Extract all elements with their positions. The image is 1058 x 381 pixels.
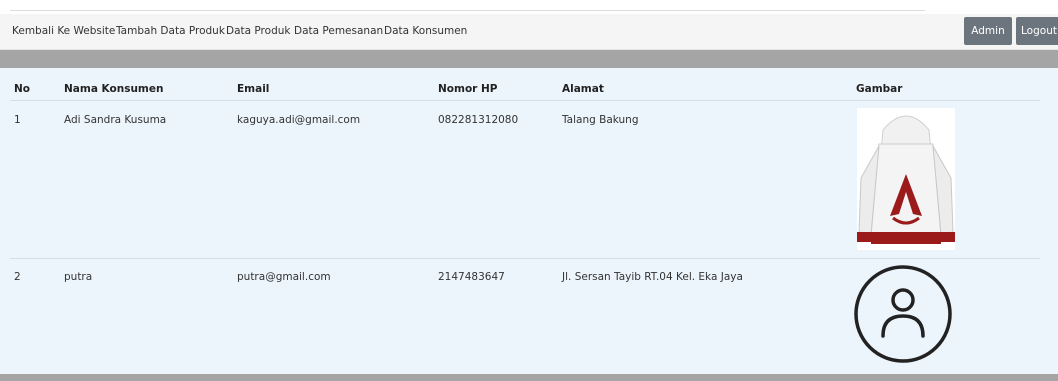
nav-link-data-pemesanan[interactable]: Data Pemesanan [294,25,383,37]
section-header-bar [0,50,1058,68]
row-1-nomor-hp: 082281312080 [438,114,519,126]
column-header-alamat: Alamat [562,83,604,95]
row-2-nomor-hp: 2147483647 [438,271,505,283]
top-divider [10,10,925,11]
row-1-nama: Adi Sandra Kusuma [64,114,167,126]
table-header-divider [10,100,1040,101]
row-1-hoodie-image [857,108,955,250]
row-2-alamat: Jl. Sersan Tayib RT.04 Kel. Eka Jaya [562,271,743,283]
row-2-nama: putra [64,271,93,283]
row-2-user-icon [853,262,953,366]
column-header-gambar: Gambar [856,83,903,95]
row-1-email: kaguya.adi@gmail.com [237,114,361,126]
row-2-no: 2 [14,271,21,283]
row-1-alamat: Talang Bakung [562,114,639,126]
nav-link-kembali-ke-website[interactable]: Kembali Ke Website [12,25,115,37]
row-2-email: putra@gmail.com [237,271,331,283]
admin-button[interactable]: Admin [964,17,1012,45]
row-1-no: 1 [14,114,21,126]
nav-link-tambah-data-produk[interactable]: Tambah Data Produk [116,25,225,37]
logout-button[interactable]: Logout [1016,17,1058,45]
nav-link-data-produk[interactable]: Data Produk [226,25,290,37]
footer-bar [0,374,1058,381]
nav-link-data-konsumen[interactable]: Data Konsumen [384,25,467,37]
column-header-nomor-hp: Nomor HP [438,83,498,95]
column-header-no: No [14,83,31,95]
column-header-email: Email [237,83,270,95]
row-divider [10,258,1040,259]
column-header-nama-konsumen: Nama Konsumen [64,83,164,95]
admin-navbar: Kembali Ke Website Tambah Data Produk Da… [0,14,1058,50]
